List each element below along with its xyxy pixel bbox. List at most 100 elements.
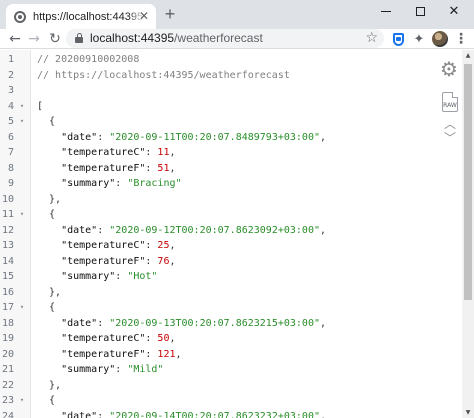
- close-tab-icon[interactable]: ✕: [139, 9, 149, 23]
- line-number: 20: [1, 348, 14, 360]
- code-line: 8 "temperatureF": 51,: [0, 161, 460, 177]
- json-token: :: [115, 271, 128, 282]
- vertical-scrollbar[interactable]: ▲ ▼: [462, 50, 474, 418]
- json-token: "temperatureF": [37, 348, 146, 360]
- fold-toggle-icon[interactable]: ▾: [18, 300, 26, 316]
- maximize-button[interactable]: [403, 0, 437, 22]
- json-token: },: [37, 286, 62, 298]
- url-host: localhost:44395: [90, 31, 175, 45]
- extensions-menu-button[interactable]: ✦: [410, 30, 428, 48]
- fold-toggle-icon[interactable]: ▾: [18, 393, 26, 409]
- lock-icon[interactable]: [75, 33, 83, 43]
- settings-gear-icon[interactable]: ⚙: [440, 58, 458, 80]
- line-number: 7: [7, 147, 14, 158]
- close-window-button[interactable]: ✕: [437, 0, 471, 22]
- json-token: {: [37, 395, 56, 406]
- line-number: 24: [1, 410, 14, 418]
- code-line: 22 },: [0, 378, 460, 394]
- json-token: :: [97, 410, 110, 418]
- json-token: 11: [157, 147, 170, 158]
- code-line: 4 ▾ [: [0, 99, 460, 115]
- reload-button[interactable]: ↻: [46, 30, 64, 48]
- fold-toggle-icon[interactable]: ▾: [18, 114, 26, 130]
- json-token: 50: [157, 333, 170, 344]
- line-source: "summary": "Hot": [37, 269, 157, 285]
- json-token: "2020-09-11T00:20:07.8489793+03:00": [109, 131, 320, 143]
- line-source: },: [37, 192, 61, 208]
- json-token: "Mild": [127, 364, 164, 375]
- json-token: "date": [37, 410, 98, 418]
- code-line: 7 "temperatureC": 11,: [0, 145, 460, 161]
- line-number: 13: [1, 240, 14, 251]
- json-token: "temperatureF": [37, 255, 146, 267]
- code-line: 10 },: [0, 192, 460, 208]
- line-number: 1: [7, 54, 14, 65]
- minimize-button[interactable]: [369, 0, 403, 22]
- browser-toolbar: ← → ↻ localhost:44395/weatherforecast ☆ …: [0, 29, 474, 49]
- code-line: 20 "temperatureF": 121,: [0, 347, 460, 363]
- json-token: {: [37, 116, 56, 127]
- line-source: "temperatureF": 76,: [37, 254, 176, 270]
- code-line: 12 "date": "2020-09-12T00:20:07.8623092+…: [0, 223, 460, 239]
- profile-button[interactable]: [431, 30, 449, 48]
- line-source: {: [37, 207, 55, 223]
- line-source: "date": "2020-09-14T00:20:07.8623232+03:…: [37, 409, 326, 418]
- json-token: :: [97, 131, 110, 143]
- raw-view-icon[interactable]: RAW: [442, 92, 458, 112]
- scroll-up-arrow-icon[interactable]: ▲: [464, 52, 472, 59]
- code-line: 14 "temperatureF": 76,: [0, 254, 460, 270]
- line-number: 4: [7, 100, 14, 112]
- json-token: :: [145, 348, 158, 360]
- scrollbar-thumb[interactable]: [464, 64, 472, 300]
- expand-down-icon[interactable]: ﹀: [444, 132, 456, 144]
- json-token: 121: [157, 348, 176, 360]
- line-number: 5: [7, 116, 14, 127]
- json-token: :: [145, 333, 158, 344]
- line-number: 21: [1, 364, 14, 375]
- json-token: {: [37, 209, 56, 220]
- line-number: 9: [7, 178, 14, 189]
- line-source: "temperatureC": 50,: [37, 331, 175, 347]
- json-token: // 20200910002008: [37, 54, 140, 65]
- line-source: // 20200910002008: [37, 52, 139, 68]
- code-line: 11 ▾ {: [0, 207, 460, 223]
- json-token: ,: [169, 162, 176, 174]
- json-token: :: [97, 224, 110, 236]
- json-token: 51: [157, 162, 170, 174]
- line-number: 6: [7, 131, 14, 143]
- json-token: "summary": [37, 178, 116, 189]
- browser-menu-button[interactable]: ⋮: [452, 30, 470, 48]
- json-token: :: [145, 147, 158, 158]
- tab-title: https://localhost:44395/weatherforecast: [33, 10, 145, 23]
- profile-avatar: [432, 31, 448, 47]
- extension-button[interactable]: [389, 30, 407, 48]
- json-token: ,: [319, 410, 327, 418]
- line-source: "temperatureC": 25,: [37, 238, 176, 254]
- scroll-down-arrow-icon[interactable]: ▼: [464, 409, 472, 416]
- line-number: 18: [1, 317, 14, 329]
- line-number: 22: [1, 379, 14, 391]
- url-path: /weatherforecast: [174, 31, 263, 45]
- address-bar[interactable]: localhost:44395/weatherforecast ☆: [66, 29, 384, 48]
- json-token: ,: [169, 240, 176, 251]
- line-source: "summary": "Mild": [37, 362, 163, 378]
- code-line: 13 "temperatureC": 25,: [0, 238, 460, 254]
- json-token: ,: [169, 255, 176, 267]
- url-text[interactable]: localhost:44395/weatherforecast: [90, 31, 263, 45]
- fold-toggle-icon[interactable]: ▾: [18, 99, 26, 115]
- back-button[interactable]: ←: [6, 30, 24, 48]
- code-line: 18 "date": "2020-09-13T00:20:07.8623215+…: [0, 316, 460, 332]
- bookmark-star-icon[interactable]: ☆: [365, 29, 378, 48]
- json-token: "temperatureC": [37, 147, 146, 158]
- forward-button[interactable]: →: [25, 30, 43, 48]
- extension-icon: [392, 32, 404, 46]
- json-token: :: [115, 364, 128, 375]
- fold-toggle-icon[interactable]: ▾: [18, 207, 26, 223]
- collapse-up-icon[interactable]: ︿: [444, 118, 456, 130]
- line-number: 10: [1, 193, 14, 205]
- json-token: 76: [157, 255, 170, 267]
- line-number: 19: [1, 333, 14, 344]
- code-line: 5 ▾ {: [0, 114, 460, 130]
- browser-tab[interactable]: https://localhost:44395/weatherforecast …: [6, 4, 156, 29]
- new-tab-button[interactable]: +: [160, 5, 180, 25]
